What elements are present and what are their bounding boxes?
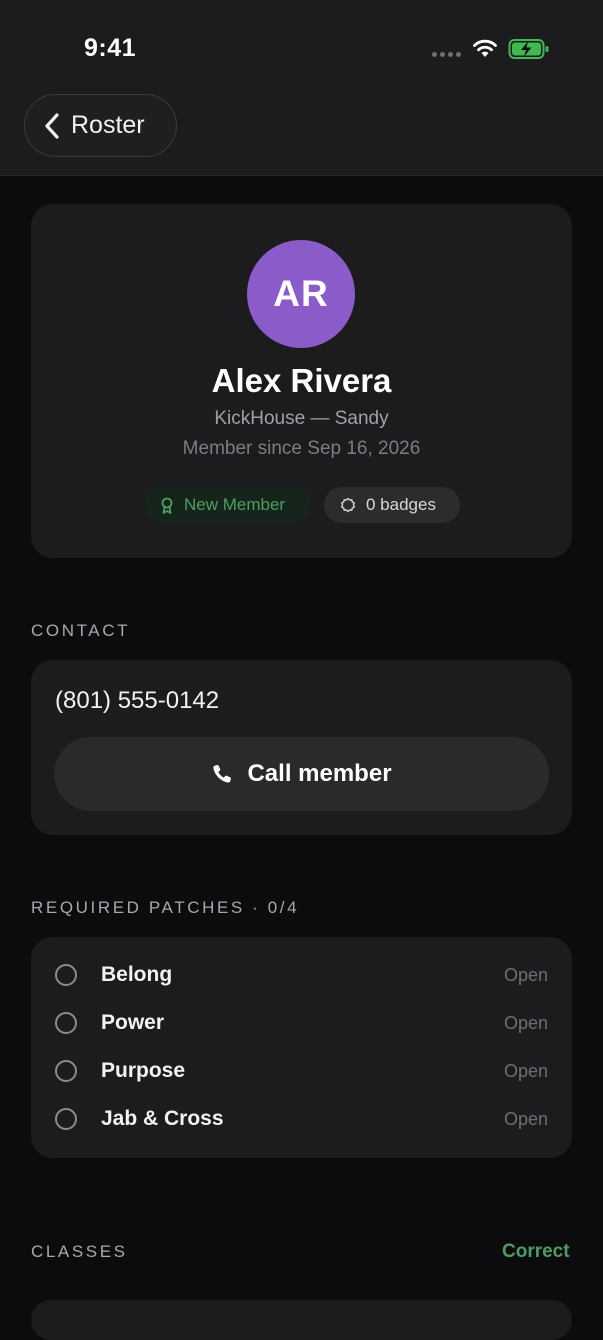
patch-radio-icon[interactable] <box>55 1060 77 1082</box>
badges-count-pill: 0 badges <box>324 487 460 523</box>
phone-icon <box>213 764 232 783</box>
member-profile-card: AR Alex Rivera KickHouse — Sandy Member … <box>31 204 572 558</box>
call-member-button[interactable]: Call member <box>54 737 549 811</box>
required-patches-section-label: REQUIRED PATCHES · 0/4 <box>31 898 300 917</box>
avatar: AR <box>247 240 355 348</box>
new-member-badge: New Member <box>144 487 312 523</box>
patch-status: Open <box>503 1012 548 1033</box>
contact-card: (801) 555-0142 Call member <box>31 660 572 835</box>
contact-section-label: CONTACT <box>31 621 131 640</box>
patch-row-belong[interactable]: Belong Open <box>55 951 548 999</box>
back-to-roster-button[interactable]: Roster <box>24 94 177 157</box>
member-gym: KickHouse — Sandy <box>214 408 389 429</box>
patch-name: Belong <box>101 963 173 986</box>
patch-radio-icon[interactable] <box>55 1012 77 1034</box>
cellular-signal-icon <box>432 52 461 57</box>
member-since: Member since Sep 16, 2026 <box>182 438 421 459</box>
patch-row-jab-cross[interactable]: Jab & Cross Open <box>55 1095 548 1143</box>
chevron-left-icon <box>45 112 59 139</box>
patch-name: Jab & Cross <box>101 1107 224 1130</box>
patch-name: Purpose <box>101 1059 186 1082</box>
patch-row-power[interactable]: Power Open <box>55 999 548 1047</box>
back-button-label: Roster <box>71 111 145 139</box>
classes-section-label: CLASSES <box>31 1242 128 1261</box>
wifi-icon <box>473 39 497 57</box>
required-patches-card: Belong Open Power Open Purpose Open Jab … <box>31 937 572 1158</box>
top-navigation-bar: 9:41 Roster <box>0 0 603 176</box>
patch-status: Open <box>503 1060 548 1081</box>
correct-classes-link[interactable]: Correct <box>502 1241 570 1263</box>
patch-radio-icon[interactable] <box>55 964 77 986</box>
badge-seal-icon <box>341 497 355 513</box>
patch-radio-icon[interactable] <box>55 1108 77 1130</box>
classes-card <box>31 1300 572 1340</box>
patch-name: Power <box>101 1011 165 1034</box>
award-ribbon-icon <box>161 497 173 514</box>
patch-status: Open <box>503 1108 548 1129</box>
patch-row-purpose[interactable]: Purpose Open <box>55 1047 548 1095</box>
phone-number: (801) 555-0142 <box>55 687 220 714</box>
patch-status: Open <box>503 964 548 985</box>
call-member-label: Call member <box>247 760 392 787</box>
member-name: Alex Rivera <box>211 362 392 399</box>
badges-count-label: 0 badges <box>366 495 436 514</box>
status-time: 9:41 <box>84 34 137 62</box>
battery-charging-icon <box>508 39 549 59</box>
new-member-label: New Member <box>184 495 286 514</box>
